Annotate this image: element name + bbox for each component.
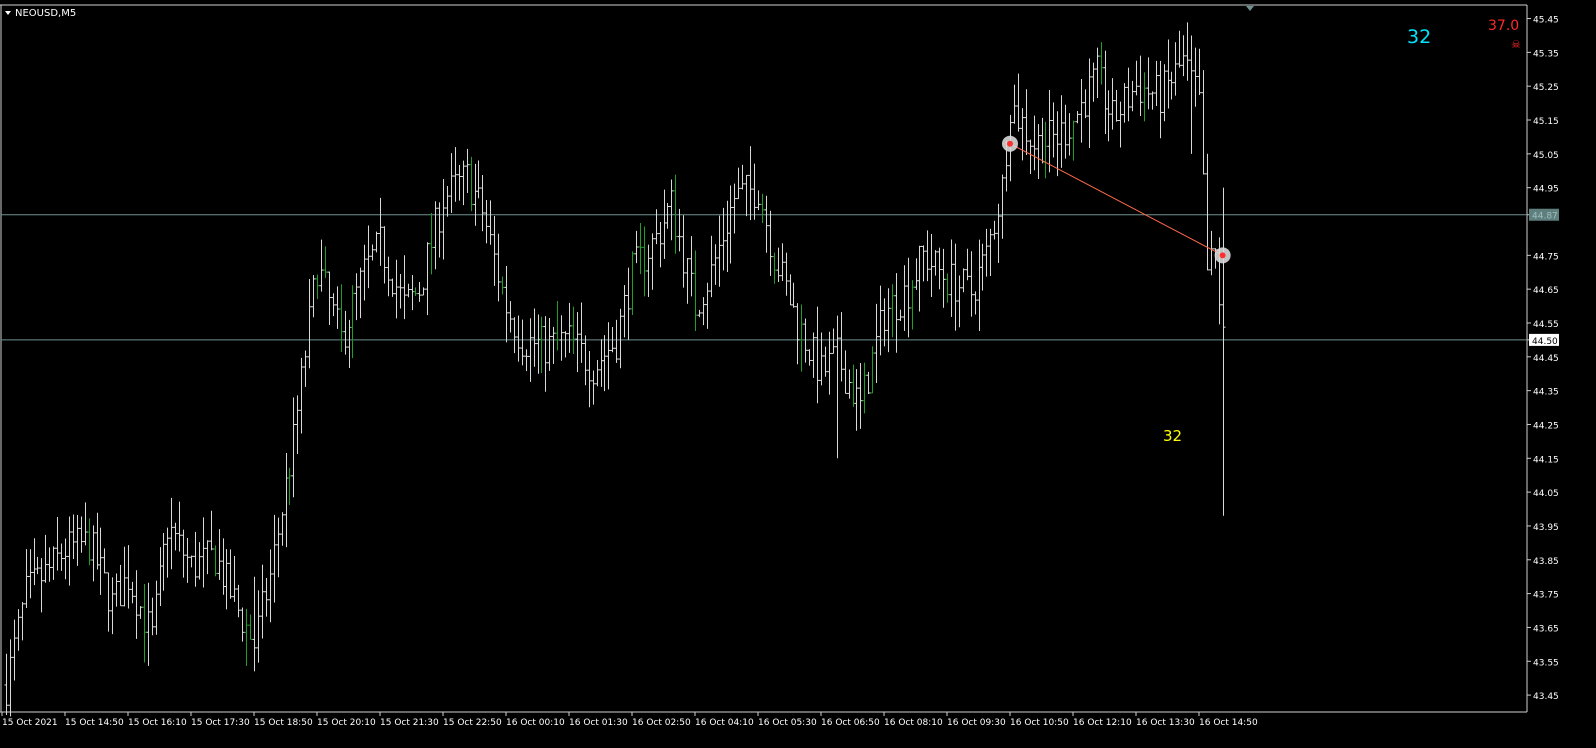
trend-anchor-dot — [1007, 140, 1013, 147]
trend-anchor-dot — [1219, 252, 1226, 259]
time-tick-label: 16 Oct 06:50 — [821, 718, 880, 728]
price-tick-label: 43.75 — [1533, 591, 1559, 601]
price-tick-label: 44.75 — [1533, 252, 1559, 262]
price-tick-label: 45.35 — [1533, 49, 1559, 59]
price-tick-label: 45.05 — [1533, 151, 1559, 161]
price-tick-label: 44.35 — [1533, 388, 1559, 398]
price-tick-label: 44.05 — [1533, 489, 1559, 499]
red-skull-icon: ☠ — [1511, 38, 1521, 51]
price-tick-label: 44.65 — [1533, 286, 1559, 296]
price-tick-label: 43.65 — [1533, 624, 1559, 634]
time-tick-label: 15 Oct 14:50 — [65, 718, 124, 728]
cyan-counter: 32 — [1407, 26, 1431, 48]
price-tick-label: 43.45 — [1533, 692, 1559, 702]
time-tick-label: 15 Oct 17:30 — [191, 718, 250, 728]
price-tick-label: 44.45 — [1533, 354, 1559, 364]
price-tick-label: 44.25 — [1533, 421, 1559, 431]
price-tick-label: 45.45 — [1533, 16, 1559, 26]
time-tick-label: 16 Oct 04:10 — [695, 718, 754, 728]
price-tick-label: 45.25 — [1533, 83, 1559, 93]
time-tick-label: 15 Oct 2021 — [2, 718, 58, 728]
time-tick-label: 16 Oct 09:30 — [947, 718, 1006, 728]
price-tick-label: 44.50 — [1532, 337, 1558, 347]
price-tick-label: 44.87 — [1532, 212, 1558, 222]
time-tick-label: 16 Oct 08:10 — [884, 718, 943, 728]
price-tick-label: 43.85 — [1533, 557, 1559, 567]
time-tick-label: 15 Oct 16:10 — [128, 718, 187, 728]
time-tick-label: 15 Oct 20:10 — [317, 718, 376, 728]
time-tick-label: 16 Oct 10:50 — [1010, 718, 1069, 728]
symbol-title[interactable]: NEOUSD,M5 — [15, 8, 76, 19]
price-tick-label: 44.55 — [1533, 320, 1559, 330]
time-tick-label: 16 Oct 00:10 — [506, 718, 565, 728]
price-tick-label: 44.95 — [1533, 185, 1559, 195]
time-tick-label: 16 Oct 14:50 — [1199, 718, 1258, 728]
red-counter: 37.0 — [1488, 18, 1519, 34]
time-tick-label: 16 Oct 01:30 — [569, 718, 628, 728]
price-tick-label: 43.95 — [1533, 523, 1559, 533]
price-tick-label: 45.15 — [1533, 117, 1559, 127]
chart-background — [0, 0, 1596, 744]
time-tick-label: 16 Oct 12:10 — [1073, 718, 1132, 728]
time-tick-label: 15 Oct 21:30 — [380, 718, 439, 728]
time-tick-label: 15 Oct 18:50 — [254, 718, 313, 728]
time-tick-label: 16 Oct 13:30 — [1136, 718, 1195, 728]
time-tick-label: 16 Oct 02:50 — [632, 718, 691, 728]
chart-canvas[interactable]: 45.45 45.35 45.25 45.15 45.05 44.95 44.87 44.75… — [0, 0, 1596, 744]
price-tick-label: 43.55 — [1533, 658, 1559, 668]
time-tick-label: 15 Oct 22:50 — [443, 718, 502, 728]
price-tick-label: 44.15 — [1533, 455, 1559, 465]
yellow-counter: 32 — [1163, 427, 1182, 445]
price-chart[interactable]: 45.45 45.35 45.25 45.15 45.05 44.95 44.87 44.75… — [0, 0, 1596, 744]
time-tick-label: 16 Oct 05:30 — [758, 718, 817, 728]
